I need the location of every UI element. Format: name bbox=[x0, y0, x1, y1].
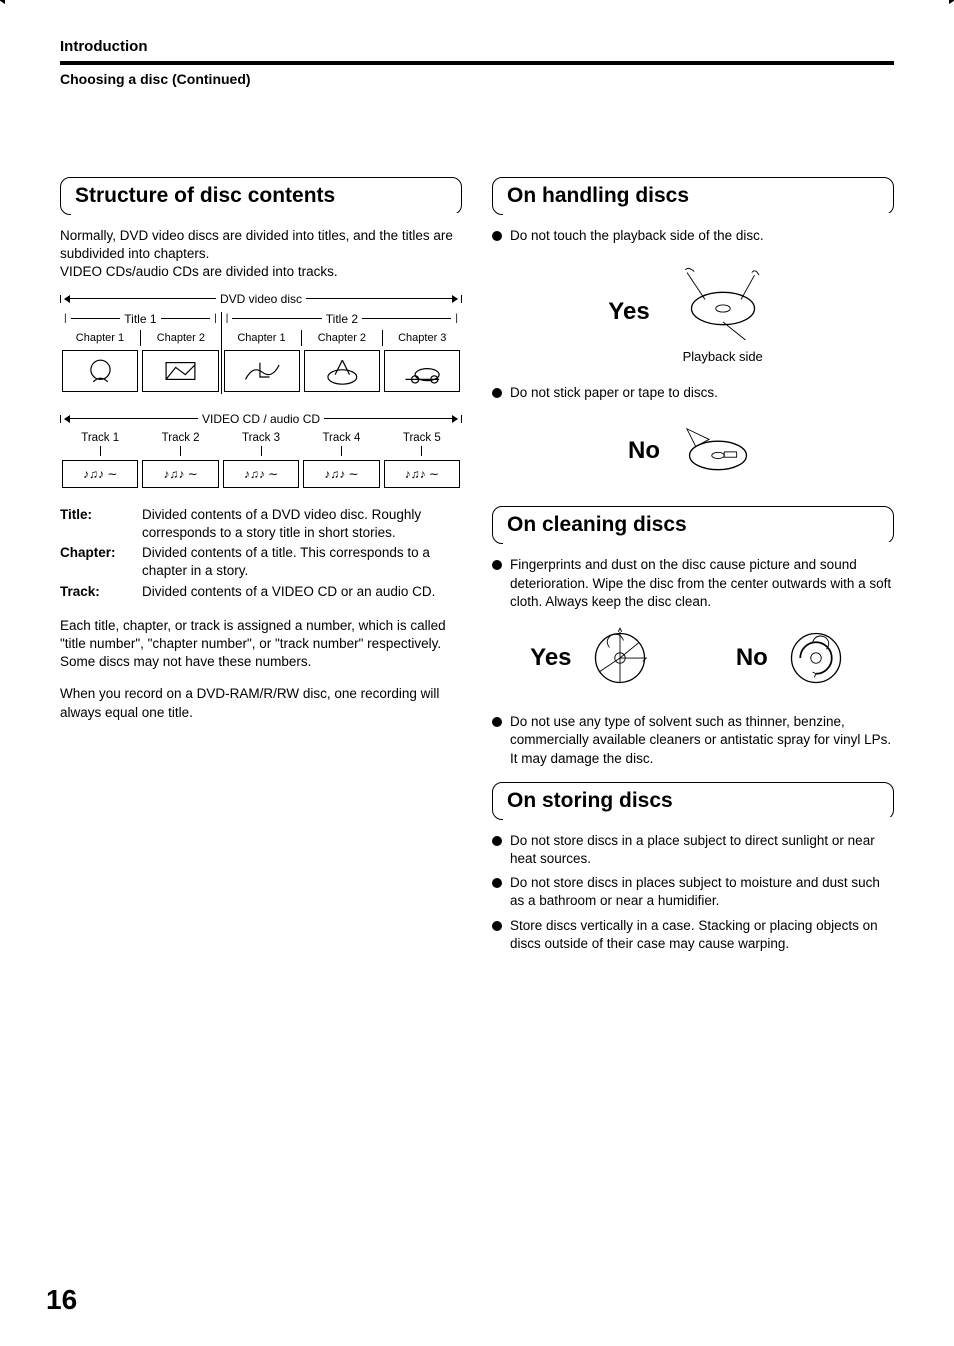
chapter-thumb-icon bbox=[62, 350, 138, 392]
structure-p2: VIDEO CDs/audio CDs are divided into tra… bbox=[60, 264, 338, 279]
structure-intro: Normally, DVD video discs are divided in… bbox=[60, 227, 462, 282]
cd-span-label: VIDEO CD / audio CD bbox=[202, 412, 320, 426]
two-column-layout: Structure of disc contents Normally, DVD… bbox=[60, 177, 894, 959]
storing-bullet-3: Store discs vertically in a case. Stacki… bbox=[492, 917, 894, 953]
yes-label: Yes bbox=[608, 298, 649, 326]
music-notes-icon: ♪♫♪ ∼ bbox=[303, 460, 379, 488]
handling-bullet-1: Do not touch the playback side of the di… bbox=[492, 227, 894, 245]
bullet-icon bbox=[492, 921, 502, 931]
track-label: Track 2 bbox=[162, 432, 200, 444]
t1-chapter: Chapter 1 bbox=[60, 330, 140, 346]
track-label: Track 3 bbox=[242, 432, 280, 444]
bullet-icon bbox=[492, 717, 502, 727]
t2-chapter: Chapter 2 bbox=[301, 330, 381, 346]
title2-label: Title 2 bbox=[326, 312, 358, 326]
no-label: No bbox=[628, 437, 660, 465]
disc-tape-icon bbox=[678, 416, 758, 486]
no-label: No bbox=[736, 644, 768, 672]
t2-chapter: Chapter 1 bbox=[222, 330, 301, 346]
def-desc-chapter: Divided contents of a title. This corres… bbox=[142, 544, 462, 580]
disc-hold-icon bbox=[668, 259, 778, 349]
wipe-circular-icon bbox=[776, 623, 856, 693]
cleaning-heading: On cleaning discs bbox=[492, 506, 894, 544]
chapter-thumb-icon bbox=[304, 350, 380, 392]
cleaning-bullet-1: Fingerprints and dust on the disc cause … bbox=[492, 556, 894, 611]
wipe-outward-icon bbox=[580, 623, 660, 693]
storing-bullet-2: Do not store discs in places subject to … bbox=[492, 874, 894, 910]
recording-note: When you record on a DVD-RAM/R/RW disc, … bbox=[60, 685, 462, 721]
handling-bullet-2: Do not stick paper or tape to discs. bbox=[492, 384, 894, 402]
cleaning-bullet-2: Do not use any type of solvent such as t… bbox=[492, 713, 894, 768]
bullet-icon bbox=[492, 878, 502, 888]
section-header: Introduction bbox=[60, 38, 894, 55]
t2-chapter: Chapter 3 bbox=[382, 330, 462, 346]
music-notes-icon: ♪♫♪ ∼ bbox=[223, 460, 299, 488]
handling-heading: On handling discs bbox=[492, 177, 894, 215]
chapter-thumb-icon bbox=[224, 350, 300, 392]
track-label: Track 5 bbox=[403, 432, 441, 444]
bullet-icon bbox=[492, 388, 502, 398]
def-term-chapter: Chapter: bbox=[60, 544, 142, 580]
track-label: Track 4 bbox=[322, 432, 360, 444]
def-term-title: Title: bbox=[60, 506, 142, 542]
chapter-thumb-icon bbox=[142, 350, 218, 392]
dvd-span-label: DVD video disc bbox=[220, 292, 302, 306]
def-term-track: Track: bbox=[60, 583, 142, 601]
right-column: On handling discs Do not touch the playb… bbox=[492, 177, 894, 959]
title1-label: Title 1 bbox=[124, 312, 156, 326]
page-number: 16 bbox=[46, 1284, 77, 1316]
dvd-diagram: DVD video disc | Title 1 | Chapter 1 Cha… bbox=[60, 292, 462, 394]
music-notes-icon: ♪♫♪ ∼ bbox=[62, 460, 138, 488]
subsection-header: Choosing a disc (Continued) bbox=[60, 71, 894, 87]
music-notes-icon: ♪♫♪ ∼ bbox=[142, 460, 218, 488]
bullet-icon bbox=[492, 560, 502, 570]
bullet-icon bbox=[492, 231, 502, 241]
storing-heading: On storing discs bbox=[492, 782, 894, 820]
yes-label: Yes bbox=[530, 644, 571, 672]
left-column: Structure of disc contents Normally, DVD… bbox=[60, 177, 462, 959]
handling-yes-illustration: Yes Playback side bbox=[492, 259, 894, 364]
def-desc-title: Divided contents of a DVD video disc. Ro… bbox=[142, 506, 462, 542]
track-label: Track 1 bbox=[81, 432, 119, 444]
t1-chapter: Chapter 2 bbox=[140, 330, 221, 346]
chapter-thumb-icon bbox=[384, 350, 460, 392]
cd-diagram: VIDEO CD / audio CD Track 1 Track 2 Trac… bbox=[60, 412, 462, 488]
numbering-note: Each title, chapter, or track is assigne… bbox=[60, 617, 462, 672]
header-rule bbox=[60, 61, 894, 65]
music-notes-icon: ♪♫♪ ∼ bbox=[384, 460, 460, 488]
handling-no-illustration: No bbox=[492, 416, 894, 486]
def-desc-track: Divided contents of a VIDEO CD or an aud… bbox=[142, 583, 462, 601]
cleaning-illustration-pair: Yes No bbox=[492, 623, 894, 693]
playback-side-label: Playback side bbox=[683, 349, 763, 364]
storing-bullet-1: Do not store discs in a place subject to… bbox=[492, 832, 894, 868]
bullet-icon bbox=[492, 836, 502, 846]
structure-p1: Normally, DVD video discs are divided in… bbox=[60, 228, 453, 261]
structure-heading: Structure of disc contents bbox=[60, 177, 462, 215]
definitions-list: Title: Divided contents of a DVD video d… bbox=[60, 506, 462, 601]
